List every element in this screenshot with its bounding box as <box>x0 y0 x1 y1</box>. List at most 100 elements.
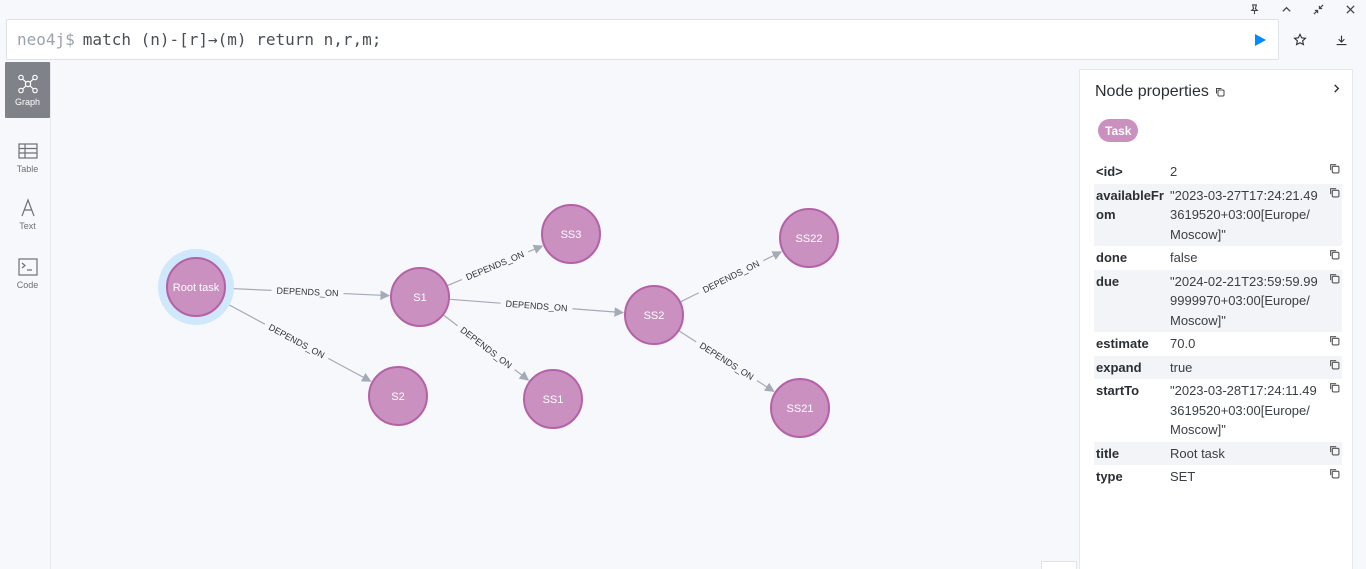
neo4j-browser-frame: neo4j$ match (n)-[r]→(m) return n,r,m; G… <box>0 0 1366 569</box>
property-row: done false <box>1094 246 1342 270</box>
property-value: 2 <box>1170 164 1178 179</box>
property-row: startTo "2023-03-28T17:24:11.493619520+03… <box>1094 379 1342 442</box>
view-code-label: Code <box>16 279 39 290</box>
query-editor[interactable]: neo4j$ match (n)-[r]→(m) return n,r,m; <box>6 19 1279 60</box>
node-s2[interactable]: S2 <box>368 366 428 426</box>
relationship-arrow[interactable] <box>528 244 544 254</box>
view-table[interactable]: Table <box>5 129 50 185</box>
relationship-line[interactable] <box>447 279 463 287</box>
property-value: 70.0 <box>1170 336 1196 351</box>
relationship-arrow[interactable] <box>763 251 783 262</box>
relationship-ss2-ss21[interactable]: DEPENDS_ON <box>678 330 775 392</box>
property-row: title Root task <box>1094 441 1342 465</box>
node-root[interactable]: Root task <box>158 249 234 325</box>
node-caption: SS2 <box>644 310 665 322</box>
node-ss21[interactable]: SS21 <box>770 378 830 438</box>
relationship-line[interactable] <box>678 330 697 343</box>
property-key: <id> <box>1096 164 1123 179</box>
close-icon[interactable] <box>1334 0 1366 18</box>
property-value: "2024-02-21T23:59:59.999999970+03:00[Eur… <box>1170 273 1318 328</box>
copy-icon[interactable] <box>1329 468 1340 479</box>
relationship-arrow[interactable] <box>343 290 390 301</box>
copy-icon[interactable] <box>1329 249 1340 260</box>
panel-title: Node properties <box>1095 83 1225 101</box>
node-ss1[interactable]: SS1 <box>523 369 583 429</box>
graph-svg[interactable]: DEPENDS_ON DEPENDS_ON DEPENDS_ON DEPENDS_ON… <box>51 60 1081 569</box>
relationship-line[interactable] <box>449 298 501 304</box>
relationship-root-s2[interactable]: DEPENDS_ON <box>222 300 372 382</box>
node-ss22[interactable]: SS22 <box>779 208 839 268</box>
relationship-s1-ss3[interactable]: DEPENDS_ON <box>447 244 544 287</box>
copy-icon[interactable] <box>1329 187 1340 198</box>
property-value: "2023-03-28T17:24:11.493619520+03:00[Eur… <box>1170 383 1317 437</box>
relationship-arrow[interactable] <box>756 380 775 392</box>
canvas-corner-control[interactable] <box>1041 561 1077 569</box>
node-ss2[interactable]: SS2 <box>624 285 684 345</box>
property-key: title <box>1096 445 1120 461</box>
copy-icon[interactable] <box>1329 382 1340 393</box>
window-controls <box>1238 0 1366 18</box>
relationship-arrow[interactable] <box>514 369 530 381</box>
view-table-label: Table <box>16 163 39 174</box>
relationship-line[interactable] <box>680 292 700 303</box>
minimize-arrows-icon[interactable] <box>1302 0 1334 18</box>
property-value: true <box>1170 359 1193 375</box>
chevron-right-icon <box>1333 83 1339 93</box>
collapse-panel-button[interactable] <box>1328 80 1344 96</box>
property-row: type SET <box>1094 465 1342 489</box>
property-key: type <box>1096 469 1123 484</box>
relationship-root-s1[interactable]: DEPENDS_ON <box>225 286 390 301</box>
result-view-switcher: Graph Table Text Code <box>4 62 51 569</box>
relationship-type-label: DEPENDS_ON <box>505 299 568 314</box>
node-caption: S1 <box>413 292 426 304</box>
copy-icon[interactable] <box>1215 87 1225 97</box>
node-caption: SS22 <box>796 233 823 245</box>
download-button[interactable] <box>1331 30 1351 50</box>
property-value: false <box>1170 250 1198 265</box>
property-row: expand true <box>1094 355 1342 379</box>
pin-icon[interactable] <box>1238 0 1270 18</box>
property-key: estimate <box>1096 336 1149 351</box>
view-graph[interactable]: Graph <box>5 62 50 118</box>
play-icon <box>1255 34 1266 46</box>
text-icon <box>20 197 35 216</box>
chevron-up-icon[interactable] <box>1270 0 1302 18</box>
node-caption: SS3 <box>561 229 582 241</box>
node-ss3[interactable]: SS3 <box>541 204 601 264</box>
run-button[interactable] <box>1250 30 1270 50</box>
code-icon <box>17 257 38 276</box>
relationship-type-label: DEPENDS_ON <box>267 322 326 360</box>
favorite-button[interactable] <box>1290 30 1310 50</box>
panel-title-text: Node properties <box>1095 83 1209 100</box>
copy-icon[interactable] <box>1329 163 1340 174</box>
property-key: due <box>1096 273 1120 289</box>
relationship-arrow[interactable] <box>327 357 372 382</box>
property-key: expand <box>1096 359 1142 375</box>
property-row: due "2024-02-21T23:59:59.999999970+03:00[… <box>1094 269 1342 332</box>
copy-icon[interactable] <box>1329 273 1340 284</box>
copy-icon[interactable] <box>1329 445 1340 456</box>
query-input[interactable]: match (n)-[r]→(m) return n,r,m; <box>83 30 382 49</box>
view-text[interactable]: Text <box>5 186 50 242</box>
node-label-badge[interactable]: Task <box>1098 119 1139 142</box>
node-caption: SS1 <box>543 394 564 406</box>
graph-canvas[interactable]: DEPENDS_ON DEPENDS_ON DEPENDS_ON DEPENDS_ON… <box>51 60 1081 569</box>
node-s1[interactable]: S1 <box>390 267 450 327</box>
relationship-ss2-ss22[interactable]: DEPENDS_ON <box>680 251 783 303</box>
relationship-line[interactable] <box>443 314 458 327</box>
node-caption: Root task <box>173 282 220 294</box>
node-caption: SS21 <box>787 403 814 415</box>
relationship-s1-ss1[interactable]: DEPENDS_ON <box>443 314 530 381</box>
download-icon <box>1336 35 1346 45</box>
view-graph-label: Graph <box>14 96 40 107</box>
relationship-arrow[interactable] <box>572 307 625 317</box>
property-row: <id> 2 <box>1094 160 1342 184</box>
graph-icon <box>17 74 38 93</box>
property-value: Root task <box>1170 445 1225 461</box>
view-code[interactable]: Code <box>5 245 50 301</box>
relationship-type-label: DEPENDS_ON <box>458 325 513 371</box>
view-text-label: Text <box>19 220 36 231</box>
copy-icon[interactable] <box>1329 335 1340 346</box>
copy-icon[interactable] <box>1329 359 1340 370</box>
relationship-s1-ss2[interactable]: DEPENDS_ON <box>449 298 625 317</box>
